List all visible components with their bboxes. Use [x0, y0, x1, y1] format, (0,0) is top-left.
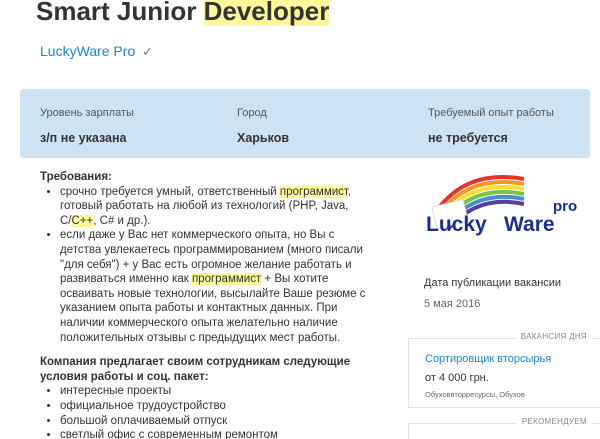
- vacancy-info-panel: Уровень зарплаты з/п не указана Город Ха…: [20, 89, 590, 158]
- recommended-tag: РЕКОМЕНДУЕМ: [516, 417, 592, 426]
- offer-item: светлый офис с современным ремонтом: [60, 428, 375, 439]
- vacancy-of-day-card[interactable]: ВАКАНСИЯ ДНЯ Сортировщик вторсырья от 4 …: [408, 332, 600, 408]
- offer-item: интересные проекты: [60, 384, 375, 399]
- page-title: Smart Junior Developer: [36, 0, 330, 27]
- requirements-title: Требования:: [40, 171, 112, 183]
- vacancy-of-day-salary: от 4 000 грн.: [425, 372, 489, 384]
- offer-item: официальное трудоустройство: [60, 399, 375, 414]
- keyword-highlight: программист: [191, 273, 262, 286]
- offer-list: интересные проекты официальное трудоустр…: [60, 384, 375, 439]
- keyword-highlight: программист: [279, 185, 348, 198]
- keyword-highlight: C++: [71, 214, 94, 227]
- vacancy-of-day-link[interactable]: Сортировщик вторсырья: [425, 353, 551, 365]
- experience-value: не требуется: [428, 131, 508, 145]
- requirements-list: срочно требуется умный, ответственный пр…: [60, 185, 375, 346]
- recommended-card: РЕКОМЕНДУЕМ: [408, 417, 600, 439]
- salary-value: з/п не указана: [40, 131, 127, 145]
- logo-text-lucky: Lucky: [426, 213, 487, 236]
- publication-label: Дата публикации вакансии: [424, 277, 562, 289]
- title-highlight: Developer: [203, 0, 330, 26]
- requirement-item: срочно требуется умный, ответственный пр…: [60, 185, 375, 229]
- salary-label: Уровень зарплаты: [40, 107, 134, 119]
- logo-text-ware: Ware: [504, 213, 555, 236]
- vacancy-of-day-company: Обуховвторресурсы, Обухов: [425, 390, 525, 399]
- company-link[interactable]: LuckyWare Pro: [40, 43, 135, 59]
- vacancy-description: Требования: срочно требуется умный, отве…: [40, 170, 375, 439]
- experience-label: Требуемый опыт работы: [428, 107, 554, 119]
- verified-check-icon: ✓: [142, 44, 153, 59]
- logo-text-pro: pro: [553, 198, 577, 215]
- salary-info: Уровень зарплаты з/п не указана: [40, 107, 134, 145]
- offer-item: большой оплачиваемый отпуск: [60, 414, 375, 429]
- company-row: LuckyWare Pro ✓: [40, 43, 153, 60]
- vacancy-of-day-tag: ВАКАНСИЯ ДНЯ: [515, 332, 592, 341]
- city-info: Город Харьков: [237, 107, 289, 145]
- title-text: Smart Junior: [36, 0, 204, 26]
- publication-date: 5 мая 2016: [424, 298, 481, 310]
- experience-info: Требуемый опыт работы не требуется: [428, 107, 554, 145]
- city-label: Город: [237, 107, 267, 119]
- offer-title: Компания предлагает своим сотрудникам сл…: [40, 356, 351, 383]
- company-logo: Lucky Ware pro: [420, 165, 590, 245]
- requirement-item: если даже у Вас нет коммерческого опыта,…: [60, 228, 375, 345]
- city-value: Харьков: [237, 131, 290, 145]
